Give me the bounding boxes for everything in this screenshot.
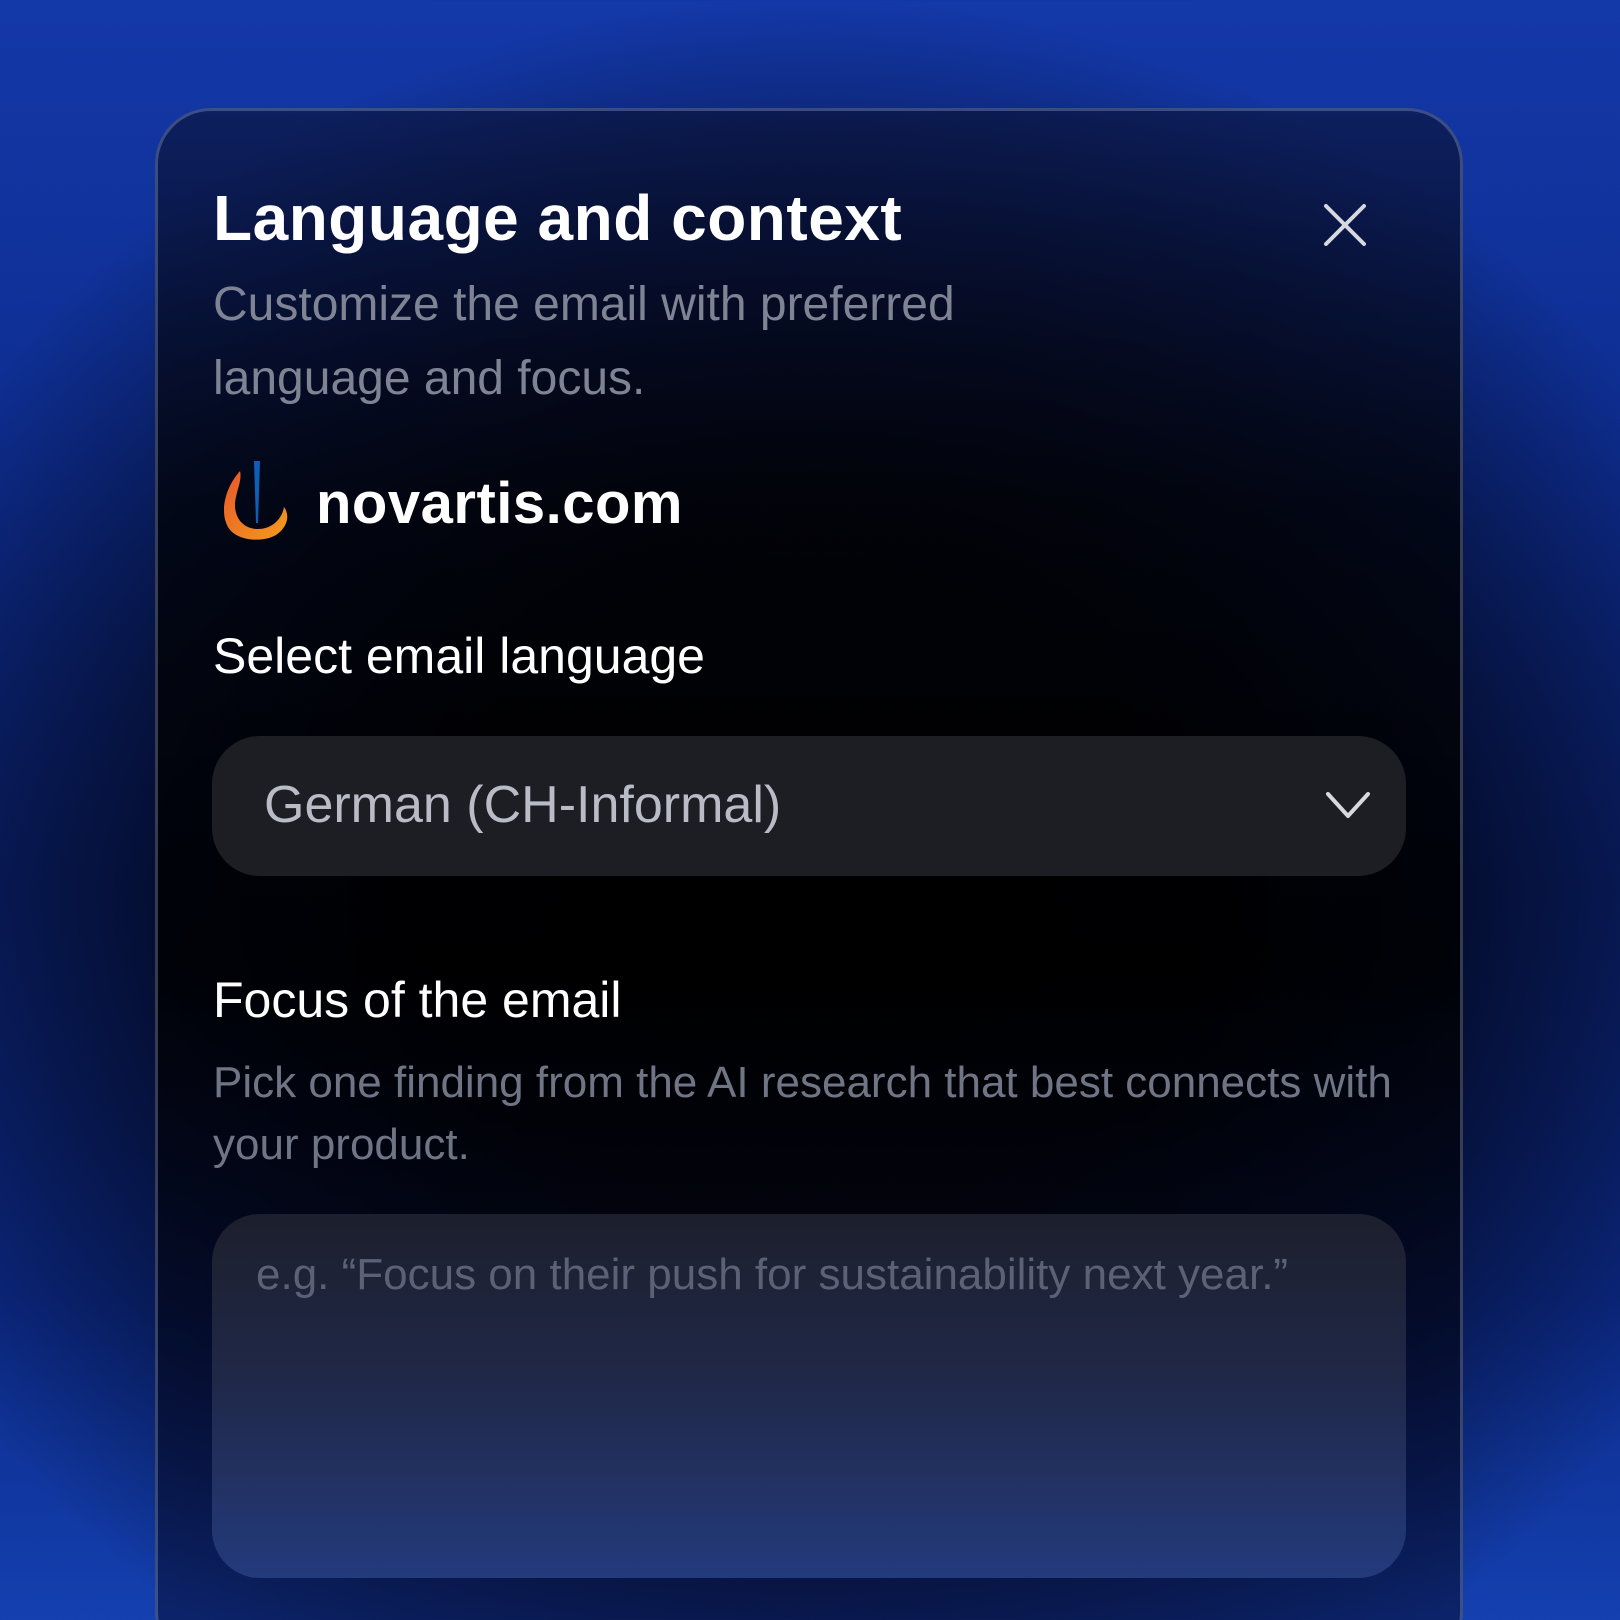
close-icon bbox=[1324, 204, 1366, 246]
focus-input-placeholder: e.g. “Focus on their push for sustainabi… bbox=[256, 1250, 1289, 1299]
chevron-down-icon bbox=[1326, 792, 1370, 818]
language-select[interactable]: German (CH-Informal) bbox=[212, 736, 1406, 876]
company-row: novartis.com bbox=[218, 458, 683, 548]
focus-description: Pick one finding from the AI research th… bbox=[213, 1058, 1392, 1169]
language-selected-value: German (CH-Informal) bbox=[264, 776, 782, 834]
close-button[interactable] bbox=[1320, 200, 1370, 250]
novartis-logo-icon bbox=[224, 461, 288, 540]
focus-input[interactable]: e.g. “Focus on their push for sustainabi… bbox=[212, 1214, 1406, 1578]
focus-label: Focus of the email bbox=[213, 972, 622, 1028]
dialog-subtitle: Customize the email with preferred langu… bbox=[213, 278, 955, 405]
dialog-title: Language and context bbox=[213, 182, 903, 254]
language-label: Select email language bbox=[213, 628, 705, 684]
company-domain: novartis.com bbox=[316, 470, 683, 536]
